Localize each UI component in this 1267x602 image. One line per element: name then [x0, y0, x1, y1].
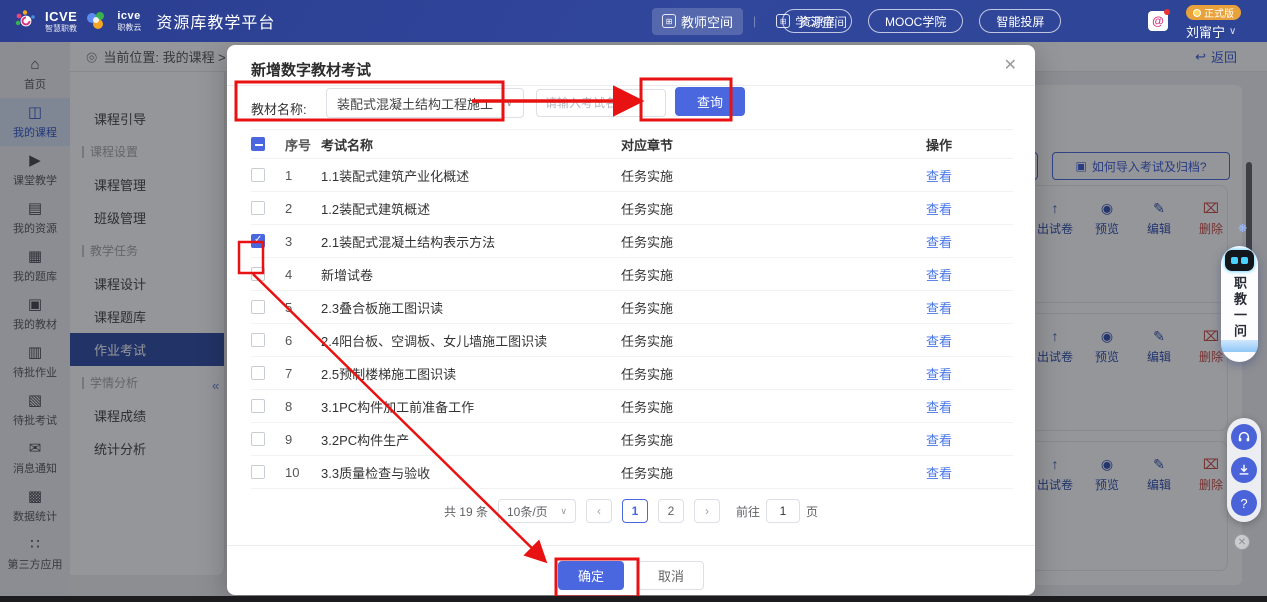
- view-link[interactable]: 查看: [926, 301, 952, 316]
- cancel-button[interactable]: 取消: [638, 561, 704, 590]
- quick-link-smart-cast[interactable]: 智能投屏: [979, 9, 1061, 33]
- view-link[interactable]: 查看: [926, 235, 952, 250]
- robot-icon: [1225, 250, 1254, 271]
- chevron-down-icon: ∨: [1229, 26, 1236, 37]
- table-row: 6 2.4阳台板、空调板、女儿墙施工图识读 任务实施 查看: [251, 324, 1013, 357]
- icve-leaf-logo-icon: [84, 9, 110, 33]
- assistant-label: 职教一问: [1230, 276, 1249, 340]
- row-checkbox[interactable]: [251, 201, 265, 215]
- close-fab-icon[interactable]: ✕: [1234, 534, 1250, 550]
- view-link[interactable]: 查看: [926, 466, 952, 481]
- modal-footer: 确定 取消: [227, 561, 1035, 590]
- view-link[interactable]: 查看: [926, 367, 952, 382]
- add-digital-textbook-exam-modal: 新增数字教材考试 ✕ 教材名称: 装配式混凝土结构工程施工 ∨ 查询 序号 考试…: [227, 45, 1035, 595]
- goto-suffix: 页: [806, 503, 818, 520]
- view-link[interactable]: 查看: [926, 169, 952, 184]
- textbook-select[interactable]: 装配式混凝土结构工程施工 ∨: [326, 88, 524, 118]
- download-icon[interactable]: [1231, 457, 1257, 483]
- table-row: 2 1.2装配式建筑概述 任务实施 查看: [251, 192, 1013, 225]
- space-icon: ⊞: [662, 14, 676, 28]
- view-link[interactable]: 查看: [926, 202, 952, 217]
- modal-divider: [227, 85, 1035, 86]
- close-icon[interactable]: ✕: [1004, 55, 1017, 75]
- view-link[interactable]: 查看: [926, 334, 952, 349]
- nav-separator: |: [753, 14, 756, 28]
- quick-link-mooc-college[interactable]: MOOC学院: [868, 9, 963, 33]
- exam-table-body: 1 1.1装配式建筑产业化概述 任务实施 查看 2 1.2装配式建筑概述 任务实…: [251, 159, 1013, 489]
- modal-title: 新增数字教材考试: [251, 59, 371, 80]
- logo-primary: ICVE 智慧职教: [45, 10, 77, 33]
- logo-secondary: icve 职教云: [117, 11, 141, 32]
- goto-page-input[interactable]: [766, 499, 800, 523]
- exam-table: 序号 考试名称 对应章节 操作 1 1.1装配式建筑产业化概述 任务实施 查看 …: [251, 129, 1013, 489]
- question-icon[interactable]: ?: [1231, 490, 1257, 516]
- exam-table-header: 序号 考试名称 对应章节 操作: [251, 129, 1013, 159]
- quick-link-resource-lib[interactable]: 资源库: [782, 9, 852, 33]
- confirm-button[interactable]: 确定: [558, 561, 624, 590]
- logo-primary-brand: ICVE: [45, 10, 77, 23]
- table-row: 4 新增试卷 任务实施 查看: [251, 258, 1013, 291]
- user-menu[interactable]: 刘甯宁 ∨: [1186, 22, 1236, 41]
- logo-cluster: ICVE 智慧职教 icve 职教云 资源库教学平台: [0, 9, 275, 33]
- modal-footer-divider: [227, 545, 1035, 546]
- header-quick-links: 资源库 MOOC学院智能投屏: [782, 9, 1061, 33]
- row-checkbox[interactable]: [251, 399, 265, 413]
- exam-name-input[interactable]: [536, 89, 666, 117]
- view-link[interactable]: 查看: [926, 268, 952, 283]
- row-checkbox[interactable]: [251, 234, 265, 248]
- table-row: 5 2.3叠合板施工图识读 任务实施 查看: [251, 291, 1013, 324]
- page-number-button[interactable]: 1: [622, 499, 648, 523]
- textbook-name-label: 教材名称:: [251, 99, 307, 118]
- modal-search-form: 教材名称: 装配式混凝土结构工程施工 ∨ 查询: [251, 93, 307, 123]
- table-row: 8 3.1PC构件加工前准备工作 任务实施 查看: [251, 390, 1013, 423]
- row-checkbox[interactable]: [251, 168, 265, 182]
- page-number-button[interactable]: 2: [658, 499, 684, 523]
- assistant-widget[interactable]: 职教一问: [1221, 246, 1258, 362]
- username: 刘甯宁: [1186, 22, 1225, 41]
- app-header: ICVE 智慧职教 icve 职教云 资源库教学平台 ⊞ 教师空间 | ⊞ 学习…: [0, 0, 1267, 42]
- page: ICVE 智慧职教 icve 职教云 资源库教学平台 ⊞ 教师空间 | ⊞ 学习…: [0, 0, 1267, 602]
- row-checkbox[interactable]: [251, 267, 265, 281]
- window-bottom-edge: [0, 596, 1267, 602]
- page-numbers: 12: [622, 499, 684, 523]
- total-count: 共 19 条: [444, 503, 488, 520]
- headset-icon[interactable]: [1231, 424, 1257, 450]
- row-checkbox[interactable]: [251, 432, 265, 446]
- version-badge: 正式版: [1186, 5, 1241, 20]
- table-row: 10 3.3质量检查与验收 任务实施 查看: [251, 456, 1013, 489]
- row-checkbox[interactable]: [251, 300, 265, 314]
- platform-title: 资源库教学平台: [156, 9, 275, 33]
- notification-dot: [1164, 9, 1170, 15]
- sparkle-icon: ❋: [1238, 222, 1247, 235]
- table-row: 3 2.1装配式混凝土结构表示方法 任务实施 查看: [251, 225, 1013, 258]
- logo-primary-sub: 智慧职教: [45, 25, 77, 33]
- next-page-button[interactable]: ›: [694, 499, 720, 523]
- table-row: 9 3.2PC构件生产 任务实施 查看: [251, 423, 1013, 456]
- icve-mini-app-icon[interactable]: @: [1148, 11, 1168, 31]
- query-button[interactable]: 查询: [675, 87, 745, 116]
- table-row: 1 1.1装配式建筑产业化概述 任务实施 查看: [251, 159, 1013, 192]
- medal-icon: [1193, 9, 1201, 17]
- row-checkbox[interactable]: [251, 465, 265, 479]
- row-checkbox[interactable]: [251, 366, 265, 380]
- view-link[interactable]: 查看: [926, 433, 952, 448]
- select-all-checkbox[interactable]: [251, 137, 265, 151]
- chevron-down-icon: ∨: [506, 98, 513, 109]
- wave-decoration: [1221, 340, 1258, 352]
- header-tab-teacher-space[interactable]: ⊞ 教师空间: [652, 8, 743, 35]
- prev-page-button[interactable]: ‹: [586, 499, 612, 523]
- row-checkbox[interactable]: [251, 333, 265, 347]
- table-row: 7 2.5预制楼梯施工图识读 任务实施 查看: [251, 357, 1013, 390]
- goto-label: 前往: [736, 503, 760, 520]
- view-link[interactable]: 查看: [926, 400, 952, 415]
- logo-secondary-sub: 职教云: [117, 24, 141, 32]
- icve-swirl-logo-icon: [14, 9, 38, 33]
- logo-secondary-brand: icve: [117, 11, 141, 22]
- page-size-select[interactable]: 10条/页 ∨: [498, 499, 576, 523]
- chevron-down-icon: ∨: [560, 506, 567, 517]
- pagination: 共 19 条 10条/页 ∨ ‹ 12 › 前往 页: [227, 497, 1035, 525]
- fab-stack: ?: [1227, 418, 1261, 522]
